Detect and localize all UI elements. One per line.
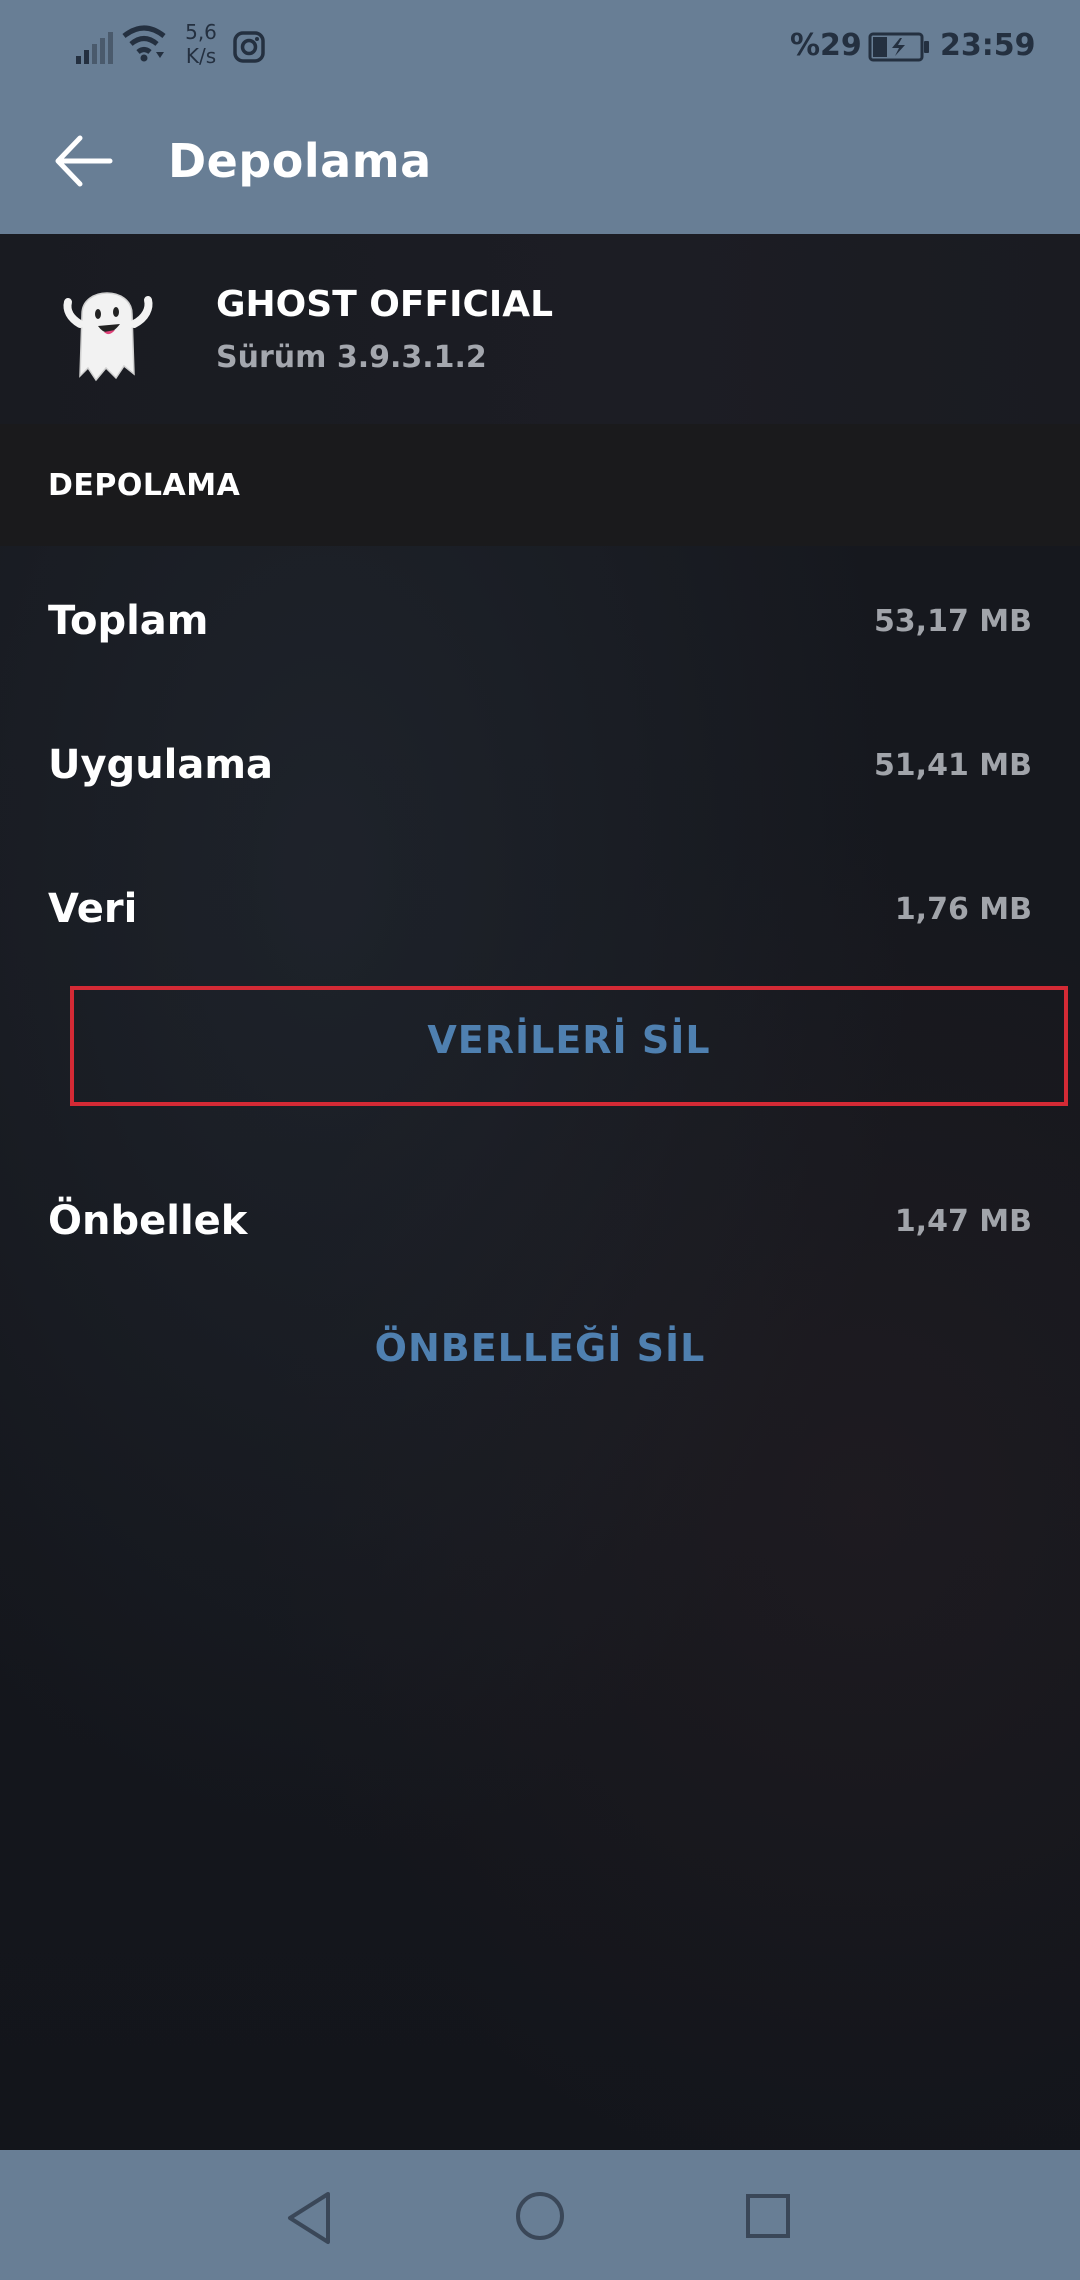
storage-row-label: Uygulama [48,742,274,788]
screen: 5,6 K/s %29 23:59 Depolama GHOST OFFICIA… [0,0,1080,2280]
app-version: Sürüm 3.9.3.1.2 [216,340,487,375]
circle-home-icon[interactable] [514,2190,566,2242]
app-info-header: GHOST OFFICIAL Sürüm 3.9.3.1.2 [0,234,1080,424]
status-bar: 5,6 K/s %29 23:59 [0,0,1080,92]
clear-cache-button[interactable]: ÖNBELLEĞİ SİL [0,1326,1080,1370]
storage-content: Toplam 53,17 MB Uygulama 51,41 MB Veri 1… [0,546,1080,2150]
toolbar: Depolama [0,92,1080,234]
storage-row-label: Önbellek [48,1198,248,1244]
speed-value: 5,6 [185,20,217,44]
speed-unit: K/s [185,44,217,68]
network-speed: 5,6 K/s [176,20,226,68]
square-recent-icon[interactable] [744,2192,792,2240]
storage-row-value: 1,47 MB [894,1204,1032,1239]
app-name: GHOST OFFICIAL [216,284,554,325]
storage-row-label: Veri [48,886,138,932]
section-title: DEPOLAMA [48,468,241,503]
storage-row-app: Uygulama 51,41 MB [0,690,1080,834]
storage-row-cache: Önbellek 1,47 MB [0,1146,1080,1290]
wifi-icon [122,25,166,62]
section-header: DEPOLAMA [0,424,1080,546]
arrow-left-icon[interactable] [50,128,116,194]
clock: 23:59 [940,28,1036,63]
triangle-back-icon[interactable] [284,2190,334,2246]
signal-icon [76,32,113,64]
storage-row-total: Toplam 53,17 MB [0,546,1080,690]
ghost-icon [63,292,153,382]
page-title: Depolama [168,134,432,188]
battery-icon [868,32,929,62]
storage-row-value: 53,17 MB [873,604,1032,639]
navigation-bar [0,2150,1080,2280]
battery-percent: %29 [790,28,862,63]
storage-row-value: 51,41 MB [873,748,1032,783]
storage-row-value: 1,76 MB [894,892,1032,927]
clear-data-button[interactable]: VERİLERİ SİL [70,1018,1068,1062]
instagram-icon [233,31,265,63]
storage-row-label: Toplam [48,598,209,644]
storage-row-data: Veri 1,76 MB [0,834,1080,978]
